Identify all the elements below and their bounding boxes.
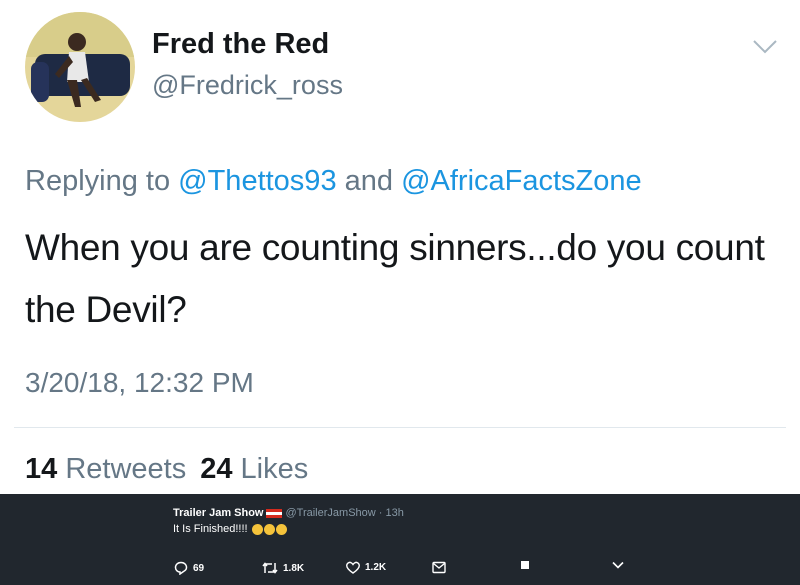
reply-count: 69: [193, 562, 205, 574]
divider: [14, 427, 786, 428]
overlay-tweet-bar: Trailer Jam Show @TrailerJamShow · 13h It…: [0, 494, 800, 585]
mention-link[interactable]: @Thettos93: [178, 165, 336, 197]
emoji-icon: [263, 523, 275, 535]
retweet-button[interactable]: 1.8K: [262, 561, 304, 575]
chevron-down-icon: [612, 561, 624, 569]
flag-icon: [266, 508, 283, 518]
retweets-stat[interactable]: 14 Retweets: [25, 453, 186, 485]
replying-to-line: Replying to @Thettos93 and @AfricaFactsZ…: [25, 165, 642, 198]
avatar[interactable]: [25, 12, 135, 122]
username-handle[interactable]: @Fredrick_ross: [152, 70, 343, 101]
overlay-display-name[interactable]: Trailer Jam Show: [173, 507, 263, 519]
overlay-tweet-text: It Is Finished!!!!: [173, 523, 248, 535]
likes-stat[interactable]: 24 Likes: [200, 453, 308, 485]
retweet-count: 1.8K: [283, 562, 305, 574]
retweets-count: 14: [25, 453, 58, 485]
stop-button[interactable]: [521, 561, 529, 569]
replying-conjunction: and: [344, 165, 394, 197]
envelope-icon: [432, 561, 446, 574]
emoji-icon: [251, 523, 263, 535]
like-count: 1.2K: [365, 562, 387, 573]
avatar-photo: [25, 12, 135, 122]
overlay-tweet-text-line: It Is Finished!!!!: [173, 523, 287, 535]
reply-button[interactable]: 69: [174, 561, 204, 575]
caret-down-icon[interactable]: [752, 38, 778, 56]
emoji-icon: [275, 523, 287, 535]
more-button[interactable]: [612, 561, 624, 569]
overlay-time: · 13h: [378, 507, 404, 519]
retweet-icon: [262, 562, 278, 574]
likes-label: Likes: [240, 453, 309, 485]
overlay-handle[interactable]: @TrailerJamShow: [285, 507, 375, 519]
retweets-label: Retweets: [65, 453, 187, 485]
tweet-stats: 14 Retweets 24 Likes: [25, 453, 308, 486]
direct-message-button[interactable]: [432, 561, 446, 574]
tweet-timestamp[interactable]: 3/20/18, 12:32 PM: [25, 367, 254, 399]
display-name[interactable]: Fred the Red: [152, 28, 329, 61]
like-button[interactable]: 1.2K: [346, 561, 386, 574]
likes-count: 24: [200, 453, 233, 485]
reply-icon: [174, 561, 188, 575]
mention-link[interactable]: @AfricaFactsZone: [401, 165, 642, 197]
stop-icon: [521, 561, 529, 569]
overlay-tweet-header: Trailer Jam Show @TrailerJamShow · 13h: [173, 507, 404, 519]
replying-prefix: Replying to: [25, 165, 171, 197]
heart-icon: [346, 561, 360, 574]
tweet-text: When you are counting sinners...do you c…: [25, 227, 765, 330]
